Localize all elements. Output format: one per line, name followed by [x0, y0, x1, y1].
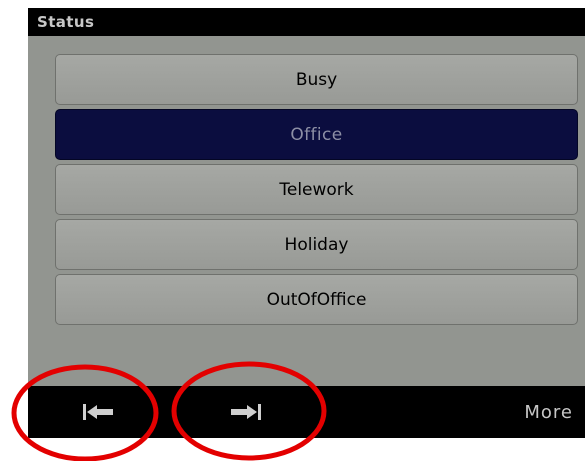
status-list: Busy Office Telework Holiday OutOfOffice	[55, 54, 580, 329]
status-option-telework[interactable]: Telework	[55, 164, 578, 215]
previous-page-softkey[interactable]	[28, 386, 168, 438]
status-option-office[interactable]: Office	[55, 109, 578, 160]
phone-screen: Status Busy Office Telework Holiday OutO…	[28, 8, 585, 438]
status-option-busy[interactable]: Busy	[55, 54, 578, 105]
softkey-bar: More	[28, 386, 585, 438]
status-option-label: OutOfOffice	[266, 289, 367, 310]
status-option-holiday[interactable]: Holiday	[55, 219, 578, 270]
next-page-softkey[interactable]	[168, 386, 324, 438]
status-option-label: Holiday	[284, 234, 349, 255]
status-option-label: Telework	[279, 179, 354, 200]
status-option-outofoffice[interactable]: OutOfOffice	[55, 274, 578, 325]
status-option-label: Office	[290, 124, 343, 145]
arrow-right-to-bar-icon	[231, 404, 261, 420]
screen-title: Status	[37, 13, 95, 31]
arrow-left-to-bar-icon	[83, 404, 113, 420]
title-bar: Status	[28, 8, 585, 36]
more-softkey[interactable]: More	[478, 386, 585, 438]
page: Status Busy Office Telework Holiday OutO…	[0, 0, 585, 461]
status-option-label: Busy	[295, 69, 338, 90]
